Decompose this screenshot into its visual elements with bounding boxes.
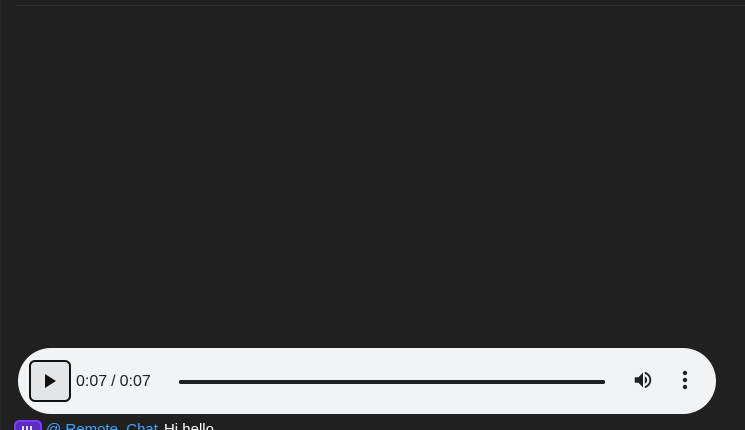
volume-up-icon <box>632 369 654 396</box>
top-divider <box>16 5 745 6</box>
channel-link[interactable]: @ Remote_Chat <box>46 420 158 430</box>
message-row: @ Remote_Chat Hi hello <box>14 420 214 430</box>
audio-player: 0:07/0:07 <box>18 348 716 414</box>
current-time: 0:07 <box>76 373 108 390</box>
progress-fill <box>179 380 605 384</box>
volume-button[interactable] <box>631 370 655 394</box>
time-separator: / <box>111 373 116 390</box>
left-divider <box>0 0 1 430</box>
page: 0:07/0:07 @ Remote_Chat Hi hello <box>0 0 745 430</box>
play-icon <box>43 373 57 389</box>
app-icon <box>14 420 42 430</box>
play-button[interactable] <box>29 360 71 402</box>
time-display: 0:07/0:07 <box>76 373 151 391</box>
more-options-button[interactable] <box>673 370 697 394</box>
duration: 0:07 <box>119 373 151 390</box>
message-text: Hi hello <box>163 421 214 430</box>
progress-slider[interactable] <box>179 380 605 384</box>
more-vert-icon <box>682 370 688 395</box>
